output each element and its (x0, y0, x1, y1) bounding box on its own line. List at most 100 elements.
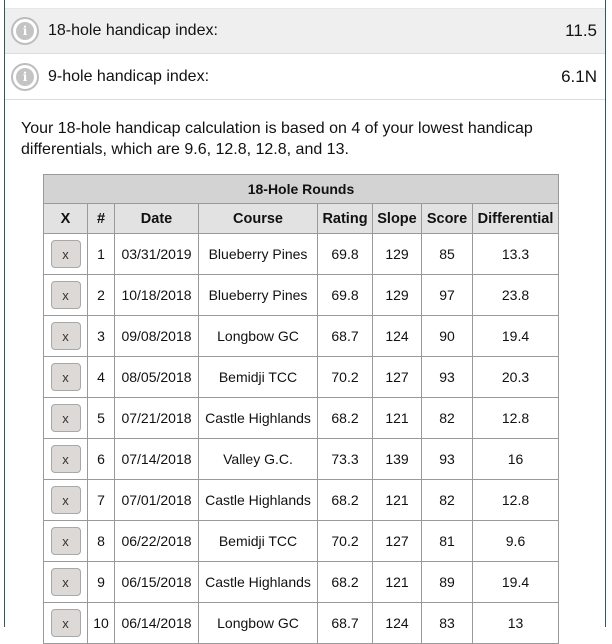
column-header-rating: Rating (317, 203, 373, 234)
delete-round-button[interactable]: x (50, 445, 81, 473)
delete-cell: x (43, 602, 88, 644)
delete-cell: x (43, 397, 88, 439)
delete-cell: x (43, 520, 88, 562)
delete-round-button[interactable]: x (50, 527, 81, 555)
table-title: 18-Hole Rounds (43, 174, 559, 204)
round-course: Blueberry Pines (198, 274, 318, 316)
round-course: Longbow GC (198, 315, 318, 357)
round-course: Blueberry Pines (198, 233, 318, 275)
round-slope: 121 (372, 397, 422, 439)
round-date: 03/31/2019 (114, 233, 199, 275)
round-date: 07/21/2018 (114, 397, 199, 439)
delete-round-button[interactable]: x (50, 363, 81, 391)
column-header-delete: X (43, 203, 88, 234)
info-icon[interactable]: i (11, 17, 39, 45)
delete-cell: x (43, 274, 88, 316)
round-differential: 12.8 (472, 397, 559, 439)
table-row: x 1 03/31/2019 Blueberry Pines 69.8 129 … (43, 233, 559, 275)
round-score: 93 (421, 438, 473, 480)
round-score: 82 (421, 397, 473, 439)
round-rating: 68.2 (317, 479, 373, 521)
round-rating: 70.2 (317, 356, 373, 398)
round-course: Castle Highlands (198, 397, 318, 439)
round-differential: 13 (472, 602, 559, 644)
round-rating: 68.2 (317, 397, 373, 439)
delete-cell: x (43, 315, 88, 357)
round-score: 89 (421, 561, 473, 603)
round-number: 9 (87, 561, 115, 603)
table-row: x 2 10/18/2018 Blueberry Pines 69.8 129 … (43, 274, 559, 316)
delete-cell: x (43, 561, 88, 603)
round-number: 8 (87, 520, 115, 562)
round-date: 10/18/2018 (114, 274, 199, 316)
round-score: 85 (421, 233, 473, 275)
handicap-9-value: 6.1N (561, 66, 597, 86)
round-score: 82 (421, 479, 473, 521)
delete-round-button[interactable]: x (50, 404, 81, 432)
round-score: 97 (421, 274, 473, 316)
round-course: Longbow GC (198, 602, 318, 644)
round-date: 07/01/2018 (114, 479, 199, 521)
table-row: x 6 07/14/2018 Valley G.C. 73.3 139 93 1… (43, 438, 559, 480)
delete-round-button[interactable]: x (50, 322, 81, 350)
table-header-row: X # Date Course Rating Slope Score Diffe… (43, 203, 559, 234)
table-row: x 8 06/22/2018 Bemidji TCC 70.2 127 81 9… (43, 520, 559, 562)
round-course: Castle Highlands (198, 561, 318, 603)
table-row: x 10 06/14/2018 Longbow GC 68.7 124 83 1… (43, 602, 559, 644)
table-row: x 5 07/21/2018 Castle Highlands 68.2 121… (43, 397, 559, 439)
delete-round-button[interactable]: x (50, 281, 81, 309)
column-header-slope: Slope (372, 203, 422, 234)
round-differential: 23.8 (472, 274, 559, 316)
round-rating: 69.8 (317, 274, 373, 316)
round-rating: 68.2 (317, 561, 373, 603)
round-date: 08/05/2018 (114, 356, 199, 398)
handicap-18-row: i 18-hole handicap index: 11.5 (5, 8, 605, 54)
round-slope: 129 (372, 233, 422, 275)
round-date: 06/22/2018 (114, 520, 199, 562)
round-number: 10 (87, 602, 115, 644)
round-differential: 19.4 (472, 315, 559, 357)
column-header-number: # (87, 203, 115, 234)
handicap-panel: i 18-hole handicap index: 11.5 i 9-hole … (4, 0, 606, 644)
round-course: Valley G.C. (198, 438, 318, 480)
round-date: 09/08/2018 (114, 315, 199, 357)
delete-round-button[interactable]: x (50, 240, 81, 268)
round-slope: 124 (372, 315, 422, 357)
info-icon[interactable]: i (11, 62, 39, 91)
round-score: 81 (421, 520, 473, 562)
round-score: 90 (421, 315, 473, 357)
round-number: 6 (87, 438, 115, 480)
round-course: Bemidji TCC (198, 356, 318, 398)
round-number: 4 (87, 356, 115, 398)
round-slope: 127 (372, 520, 422, 562)
table-row: x 9 06/15/2018 Castle Highlands 68.2 121… (43, 561, 559, 603)
table-row: x 7 07/01/2018 Castle Highlands 68.2 121… (43, 479, 559, 521)
column-header-date: Date (114, 203, 199, 234)
round-number: 2 (87, 274, 115, 316)
round-number: 5 (87, 397, 115, 439)
handicap-18-label: 18-hole handicap index: (48, 22, 218, 39)
round-rating: 69.8 (317, 233, 373, 275)
column-header-differential: Differential (472, 203, 559, 234)
round-differential: 13.3 (472, 233, 559, 275)
round-differential: 9.6 (472, 520, 559, 562)
round-course: Castle Highlands (198, 479, 318, 521)
round-score: 93 (421, 356, 473, 398)
handicap-18-value: 11.5 (565, 21, 597, 40)
round-date: 06/15/2018 (114, 561, 199, 603)
round-date: 07/14/2018 (114, 438, 199, 480)
round-number: 7 (87, 479, 115, 521)
delete-round-button[interactable]: x (50, 568, 81, 596)
round-rating: 68.7 (317, 315, 373, 357)
handicap-9-row: i 9-hole handicap index: 6.1N (5, 54, 605, 100)
round-differential: 12.8 (472, 479, 559, 521)
round-slope: 127 (372, 356, 422, 398)
round-slope: 121 (372, 561, 422, 603)
round-course: Bemidji TCC (198, 520, 318, 562)
round-date: 06/14/2018 (114, 602, 199, 644)
rounds-table: 18-Hole Rounds X # Date Course Rating Sl… (43, 174, 559, 644)
round-slope: 129 (372, 274, 422, 316)
delete-round-button[interactable]: x (50, 486, 81, 514)
delete-round-button[interactable]: x (50, 609, 81, 637)
column-header-score: Score (421, 203, 473, 234)
